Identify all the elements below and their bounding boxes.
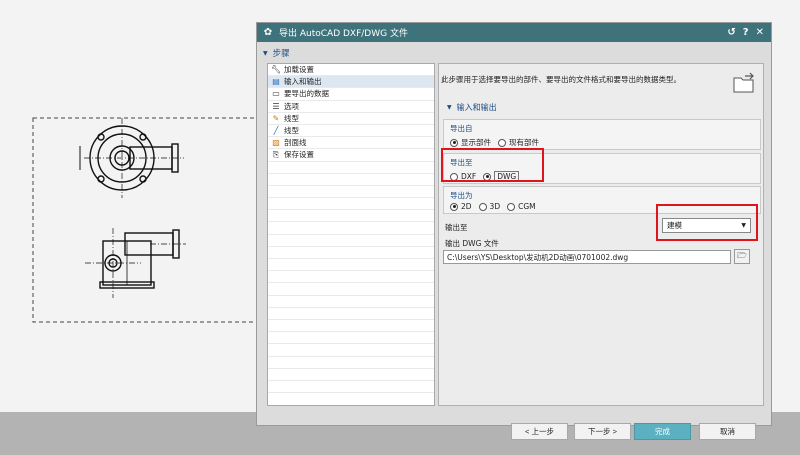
hatch-icon: ▨ <box>272 138 280 148</box>
section-title: 输入和输出 <box>456 102 497 112</box>
input-output-icon: ▤ <box>272 77 280 87</box>
empty-row <box>268 186 434 199</box>
export-as-title: 导出为 <box>450 191 473 200</box>
radio-button[interactable] <box>507 202 516 211</box>
top-view <box>79 118 184 198</box>
radio-label: 3D <box>489 202 501 211</box>
cancel-button[interactable]: 取消 <box>699 423 756 440</box>
radio-label: 2D <box>461 202 472 211</box>
radio-label: 显示部件 <box>461 138 491 147</box>
radio-label: CGM <box>518 202 536 211</box>
radio-label: 现有部件 <box>509 138 539 147</box>
radio-button[interactable] <box>450 138 458 147</box>
step-label: 线型 <box>284 126 299 136</box>
step-label: 输入和输出 <box>284 77 322 87</box>
step-item-linetype[interactable]: ✎ 线型 <box>268 113 434 125</box>
empty-row <box>268 271 434 284</box>
radio-button[interactable] <box>478 202 487 211</box>
output-file-label: 输出 DWG 文件 <box>445 239 499 248</box>
step-description: 此步骤用于选择要导出的部件、要导出的文件格式和要导出的数据类型。 <box>441 75 681 84</box>
empty-row <box>268 320 434 333</box>
radio-button[interactable] <box>498 138 506 147</box>
line-icon: ╱ <box>273 126 279 136</box>
export-file-icon <box>733 72 754 93</box>
highlight-output-to <box>656 204 758 241</box>
step-item-input-output[interactable]: ▤ 输入和输出 <box>268 76 434 89</box>
view-border <box>32 117 259 323</box>
step-item-hatch[interactable]: ▨ 剖面线 <box>268 137 434 150</box>
empty-row <box>268 210 434 223</box>
step-label: 加载设置 <box>284 65 314 75</box>
steps-list: 🔧︎ 加载设置 ▤ 输入和输出 ▭ 要导出的数据 ☰ 选项 ✎ 线型 ╱ 线型 … <box>267 63 435 406</box>
empty-row <box>268 174 434 186</box>
step-label: 剖面线 <box>284 138 307 148</box>
export-from-title: 导出自 <box>450 124 473 133</box>
empty-row <box>268 332 434 345</box>
step-item-line[interactable]: ╱ 线型 <box>268 125 434 138</box>
help-icon[interactable]: ? <box>743 27 749 38</box>
empty-row <box>268 247 434 259</box>
export-from-group: 导出自 显示部件 现有部件 <box>443 119 761 150</box>
save-settings-icon: ⎘ <box>272 149 280 159</box>
empty-row <box>268 296 434 308</box>
step-item-data-to-export[interactable]: ▭ 要导出的数据 <box>268 88 434 101</box>
radio-cgm[interactable]: CGM <box>507 202 536 211</box>
highlight-export-to <box>441 148 544 182</box>
radio-3d[interactable]: 3D <box>478 202 501 211</box>
output-to-label: 输出至 <box>445 223 468 232</box>
step-label: 保存设置 <box>284 150 314 160</box>
empty-row <box>268 222 434 235</box>
data-icon: ▭ <box>272 89 280 99</box>
folder-icon: 🗁 <box>737 250 747 260</box>
radio-existing-part[interactable]: 现有部件 <box>498 137 539 148</box>
wrench-icon: 🔧︎ <box>271 65 282 75</box>
radio-2d[interactable]: 2D <box>450 202 472 211</box>
steps-section-header[interactable]: ▼ 步骤 <box>263 47 290 59</box>
next-step-button[interactable]: 下一步 > <box>574 423 631 440</box>
empty-row <box>268 235 434 247</box>
output-file-path-input[interactable] <box>443 250 731 264</box>
empty-row <box>268 283 434 296</box>
empty-row <box>268 369 434 381</box>
browse-button[interactable]: 🗁 <box>734 249 750 264</box>
steps-header-label: 步骤 <box>272 49 290 59</box>
empty-row <box>268 308 434 320</box>
reset-icon[interactable]: ↺ <box>727 27 735 38</box>
prev-step-button[interactable]: < 上一步 <box>511 423 568 440</box>
dialog-title: 导出 AutoCAD DXF/DWG 文件 <box>279 29 408 39</box>
step-item-options[interactable]: ☰ 选项 <box>268 101 434 113</box>
dialog-titlebar: ✿ 导出 AutoCAD DXF/DWG 文件 ↺ ? ✕ <box>257 23 771 42</box>
step-label: 线型 <box>284 113 299 123</box>
empty-row <box>268 344 434 357</box>
linetype-icon: ✎ <box>272 113 280 123</box>
finish-button[interactable]: 完成 <box>634 423 691 440</box>
front-view <box>85 228 186 298</box>
close-icon[interactable]: ✕ <box>756 27 764 38</box>
step-item-load-settings[interactable]: 🔧︎ 加载设置 <box>268 64 434 77</box>
step-label: 要导出的数据 <box>284 89 329 99</box>
step-label: 选项 <box>284 101 299 111</box>
collapse-arrow-icon: ▼ <box>263 49 268 57</box>
empty-row <box>268 259 434 272</box>
empty-row <box>268 357 434 369</box>
input-output-section-header[interactable]: ▼ 输入和输出 <box>443 100 761 114</box>
options-icon: ☰ <box>272 101 280 111</box>
radio-button[interactable] <box>450 202 458 211</box>
collapse-arrow-icon: ▼ <box>447 103 452 111</box>
empty-row <box>268 198 434 211</box>
empty-row <box>268 162 434 174</box>
empty-row <box>268 381 434 394</box>
step-item-save-settings[interactable]: ⎘ 保存设置 <box>268 149 434 162</box>
gear-icon: ✿ <box>263 27 273 38</box>
cad-drawing <box>32 117 259 323</box>
radio-displayed-part[interactable]: 显示部件 <box>450 137 491 148</box>
